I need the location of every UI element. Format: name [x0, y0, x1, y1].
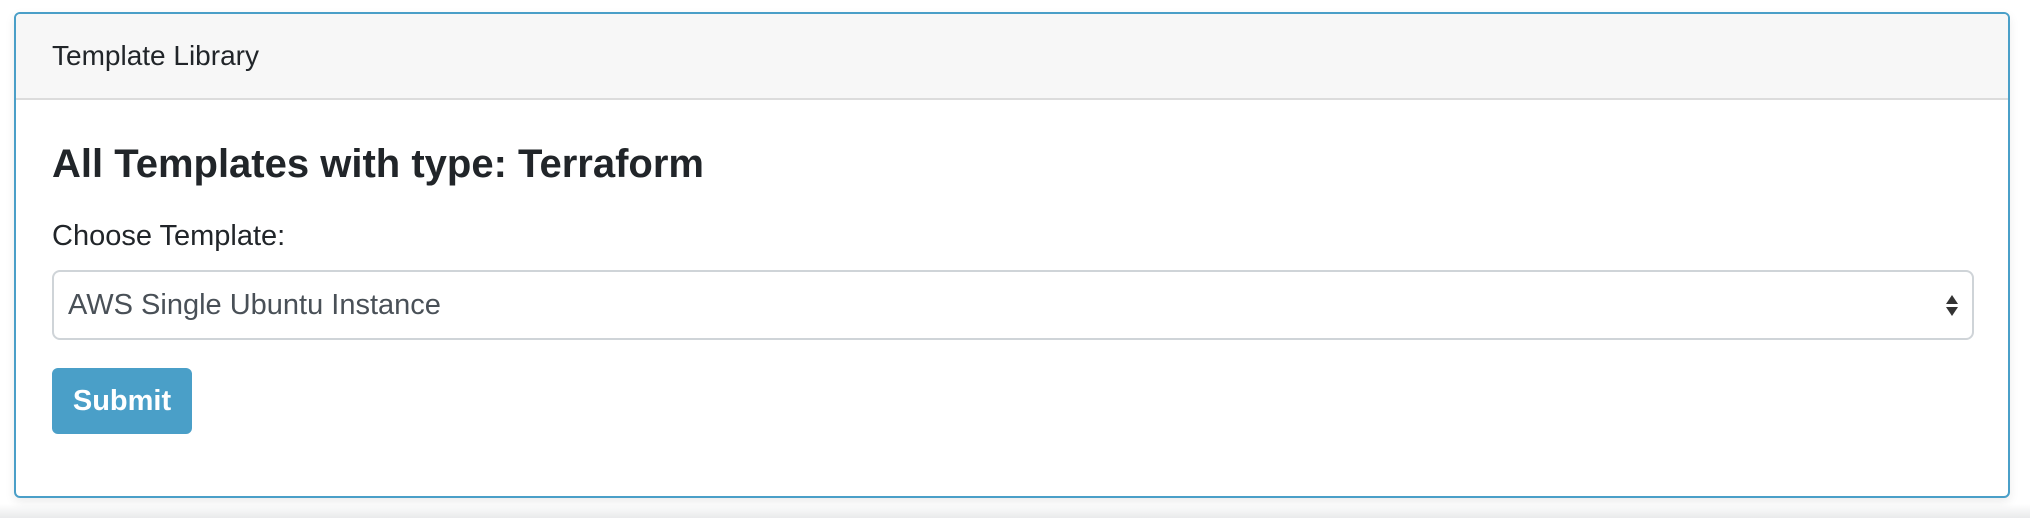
- up-down-arrows-icon: [1946, 294, 1958, 316]
- page-shadow: [0, 504, 2030, 518]
- submit-button[interactable]: Submit: [52, 368, 192, 434]
- arrow-up-icon: [1946, 294, 1958, 304]
- template-library-panel: Template Library All Templates with type…: [14, 12, 2010, 498]
- template-select[interactable]: AWS Single Ubuntu Instance: [52, 270, 1974, 340]
- panel-title: Template Library: [52, 40, 259, 71]
- choose-template-label: Choose Template:: [52, 220, 286, 252]
- panel-body: All Templates with type: Terraform Choos…: [16, 100, 2008, 434]
- page-title: All Templates with type: Terraform: [52, 142, 704, 186]
- arrow-down-icon: [1946, 306, 1958, 316]
- template-select-value: AWS Single Ubuntu Instance: [68, 288, 441, 321]
- panel-header: Template Library: [16, 14, 2008, 100]
